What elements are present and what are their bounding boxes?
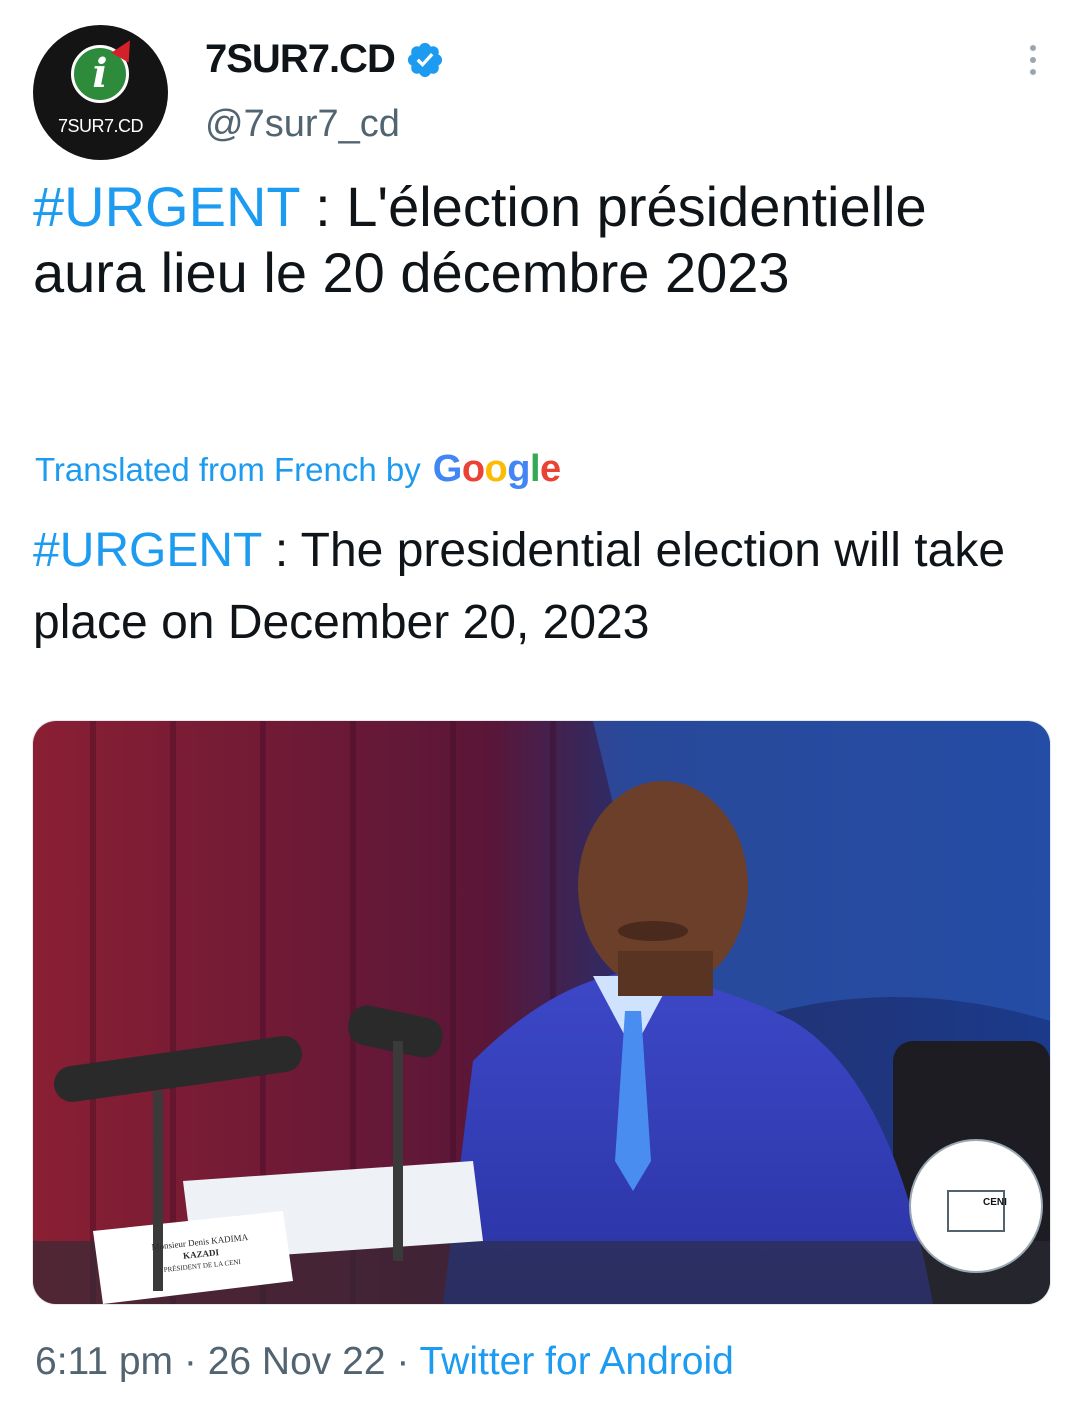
google-letter: o [461,448,485,490]
verified-badge-icon [407,42,442,77]
display-name[interactable]: 7SUR7.CD [205,37,396,82]
avatar-brand-text: 7SUR7.CD [57,116,144,136]
meta-separator: · [396,1340,410,1383]
google-letter: o [484,448,508,490]
google-letter: l [529,448,541,490]
tweet-photo[interactable]: Monsieur Denis KADIMA KAZADI PRÉSIDENT D… [32,720,1051,1305]
photo-illustration [33,721,1050,1304]
google-letter: G [432,448,463,490]
avatar[interactable]: i 7SUR7.CD [33,25,168,160]
tweet-header: i 7SUR7.CD 7SUR7.CD @7sur7_cd [33,25,1053,160]
ceni-seal-text: CENI [983,1197,1007,1208]
translation-notice[interactable]: Translated from French by Google [35,448,561,491]
hashtag-link[interactable]: #URGENT [33,175,300,238]
google-letter: g [507,448,530,490]
tweet-source-link[interactable]: Twitter for Android [420,1340,734,1383]
more-options-icon[interactable] [1023,45,1043,85]
hashtag-link[interactable]: #URGENT [33,524,262,577]
tweet-text-original: #URGENT : L'élection présidentielle aura… [33,174,1033,306]
tweet-date[interactable]: 26 Nov 22 [208,1340,386,1383]
google-letter: e [540,448,561,490]
tweet-time[interactable]: 6:11 pm [35,1340,173,1383]
tweet-meta: 6:11 pm · 26 Nov 22 · Twitter for Androi… [35,1340,734,1384]
tweet-text-translated: #URGENT : The presidential election will… [33,515,1053,659]
google-logo: Google [433,448,561,491]
meta-separator: · [183,1340,197,1383]
name-row: 7SUR7.CD [205,37,445,82]
account-handle[interactable]: @7sur7_cd [205,103,400,146]
translation-label: Translated from French by [35,451,421,488]
